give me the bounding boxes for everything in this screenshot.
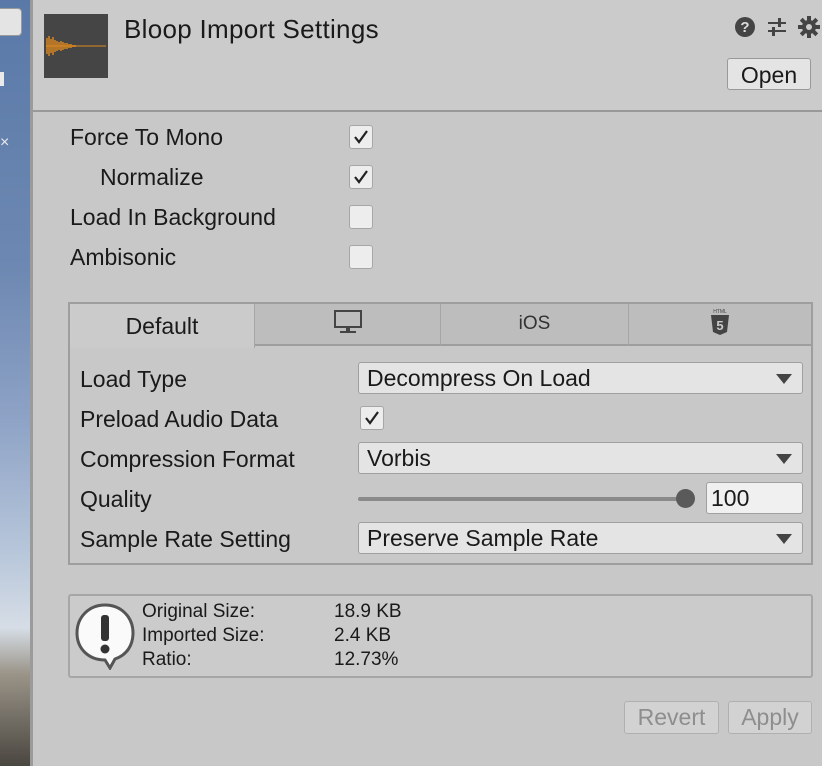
scene-toolbar-button[interactable] [0, 8, 22, 36]
warning-icon [75, 603, 135, 670]
compression-format-value: Vorbis [367, 445, 431, 471]
revert-button[interactable]: Revert [624, 701, 719, 734]
normalize-label: Normalize [100, 164, 204, 190]
load-type-value: Decompress On Load [367, 365, 591, 391]
header-icon-group: ? [734, 16, 820, 38]
help-icon[interactable]: ? [734, 16, 756, 38]
quality-slider-handle[interactable] [676, 489, 695, 508]
normalize-checkbox[interactable] [349, 165, 373, 189]
tab-webgl[interactable]: HTML 5 [629, 304, 811, 346]
platform-settings-panel: Default iOS HTML 5 Load Type Decompress … [68, 302, 813, 565]
sample-rate-setting-dropdown[interactable]: Preserve Sample Rate [358, 522, 803, 554]
tab-default-label: Default [125, 312, 199, 339]
chevron-down-icon [776, 374, 792, 384]
load-type-label: Load Type [80, 366, 188, 392]
preload-audio-data-row: Preload Audio Data [80, 402, 805, 436]
import-info-box: Original Size: 18.9 KB Imported Size: 2.… [68, 594, 813, 678]
svg-text:5: 5 [716, 318, 723, 333]
chevron-down-icon [776, 454, 792, 464]
gear-icon[interactable] [798, 16, 820, 38]
quality-row: Quality 100 [80, 482, 805, 516]
tab-ios-label: iOS [518, 313, 551, 334]
sample-rate-setting-row: Sample Rate Setting Preserve Sample Rate [80, 522, 805, 556]
ratio-value: 12.73% [334, 649, 399, 670]
original-size-label: Original Size: [142, 601, 255, 622]
compression-format-label: Compression Format [80, 446, 295, 472]
preset-sliders-icon[interactable] [766, 16, 788, 38]
compression-format-dropdown[interactable]: Vorbis [358, 442, 803, 474]
tab-default[interactable]: Default [70, 304, 255, 348]
scene-view-strip: × [0, 0, 30, 766]
tab-ios[interactable]: iOS [441, 304, 629, 346]
load-type-dropdown[interactable]: Decompress On Load [358, 362, 803, 394]
scene-axis-mark: × [0, 134, 10, 151]
load-in-background-checkbox[interactable] [349, 205, 373, 229]
force-to-mono-label: Force To Mono [70, 124, 223, 150]
ratio-label: Ratio: [142, 649, 192, 670]
audio-waveform-thumbnail [44, 14, 108, 78]
preload-audio-data-label: Preload Audio Data [80, 406, 279, 432]
ambisonic-checkbox[interactable] [349, 245, 373, 269]
tab-standalone[interactable] [255, 304, 441, 346]
load-in-background-label: Load In Background [70, 204, 276, 230]
load-type-row: Load Type Decompress On Load [80, 362, 805, 396]
preload-audio-data-checkbox[interactable] [360, 406, 384, 430]
imported-size-value: 2.4 KB [334, 625, 392, 646]
open-button[interactable]: Open [727, 58, 811, 90]
page-title: Bloop Import Settings [124, 14, 379, 44]
monitor-icon [333, 309, 363, 340]
sample-rate-setting-value: Preserve Sample Rate [367, 525, 599, 551]
inspector-panel: Bloop Import Settings ? Open Force To Mo… [33, 0, 822, 766]
imported-size-label: Imported Size: [142, 625, 265, 646]
force-to-mono-checkbox[interactable] [349, 125, 373, 149]
html5-icon: HTML 5 [709, 308, 731, 341]
ambisonic-label: Ambisonic [70, 244, 177, 270]
inspector-header: Bloop Import Settings ? Open [33, 0, 822, 112]
quality-input[interactable]: 100 [706, 482, 803, 514]
chevron-down-icon [776, 534, 792, 544]
scene-gizmo-mark [0, 72, 4, 86]
apply-button[interactable]: Apply [728, 701, 812, 734]
sample-rate-setting-label: Sample Rate Setting [80, 526, 291, 552]
quality-slider-track[interactable] [358, 497, 688, 501]
compression-format-row: Compression Format Vorbis [80, 442, 805, 476]
svg-text:HTML: HTML [713, 309, 727, 315]
original-size-value: 18.9 KB [334, 601, 402, 622]
quality-label: Quality [80, 486, 152, 512]
